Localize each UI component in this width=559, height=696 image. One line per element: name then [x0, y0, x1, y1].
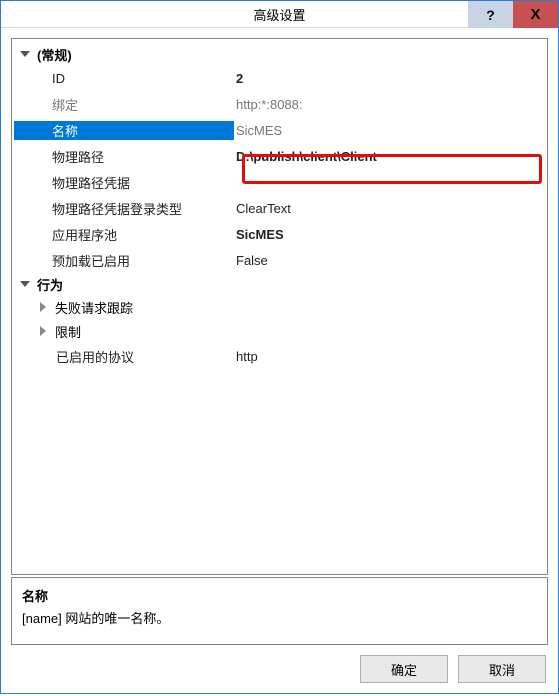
prop-value: False [234, 253, 545, 268]
property-grid[interactable]: (常规) ID 2 绑定 http:*:8088: 名称 SicMES 物理路径… [11, 38, 548, 575]
prop-label: 物理路径 [14, 147, 234, 166]
prop-label: 预加载已启用 [14, 251, 234, 270]
prop-value: SicMES [234, 123, 545, 138]
sub-label: 失败请求跟踪 [55, 298, 133, 317]
description-panel: 名称 [name] 网站的唯一名称。 [11, 577, 548, 645]
collapse-icon[interactable] [38, 326, 49, 337]
prop-value: D:\publish\client\Client [234, 149, 545, 164]
prop-physical-path-cred[interactable]: 物理路径凭据 [14, 169, 545, 195]
expand-icon[interactable] [20, 49, 31, 60]
sub-label: 限制 [55, 322, 81, 341]
prop-enabled-protocols[interactable]: 已启用的协议 http [14, 343, 545, 369]
category-label: 行为 [37, 275, 63, 294]
prop-physical-path-cred-logon-type[interactable]: 物理路径凭据登录类型 ClearText [14, 195, 545, 221]
prop-label: 绑定 [14, 95, 234, 114]
category-label: (常规) [37, 45, 72, 64]
ok-button[interactable]: 确定 [360, 655, 448, 683]
cancel-button[interactable]: 取消 [458, 655, 546, 683]
prop-value: 2 [234, 71, 545, 86]
prop-label: 应用程序池 [14, 225, 234, 244]
prop-label: 名称 [14, 121, 234, 140]
prop-physical-path[interactable]: 物理路径 D:\publish\client\Client [14, 143, 545, 169]
sub-limits[interactable]: 限制 [14, 319, 545, 343]
prop-label: 物理路径凭据 [14, 173, 234, 192]
category-behavior[interactable]: 行为 [14, 273, 545, 295]
prop-value: http [234, 349, 545, 364]
description-text: [name] 网站的唯一名称。 [22, 608, 537, 627]
grid-inner: (常规) ID 2 绑定 http:*:8088: 名称 SicMES 物理路径… [12, 39, 547, 373]
category-general[interactable]: (常规) [14, 43, 545, 65]
prop-name[interactable]: 名称 SicMES [14, 117, 545, 143]
description-title: 名称 [22, 586, 537, 605]
prop-label: ID [14, 71, 234, 86]
client-area: (常规) ID 2 绑定 http:*:8088: 名称 SicMES 物理路径… [1, 28, 558, 693]
prop-label: 已启用的协议 [14, 347, 234, 366]
prop-value: ClearText [234, 201, 545, 216]
prop-value: SicMES [234, 227, 545, 242]
titlebar: 高级设置 ? X [1, 1, 558, 28]
advanced-settings-window: 高级设置 ? X (常规) ID 2 绑定 http:*:8088: [0, 0, 559, 694]
prop-binding[interactable]: 绑定 http:*:8088: [14, 91, 545, 117]
help-button[interactable]: ? [468, 1, 513, 28]
prop-label: 物理路径凭据登录类型 [14, 199, 234, 218]
prop-id[interactable]: ID 2 [14, 65, 545, 91]
close-button[interactable]: X [513, 1, 558, 28]
button-row: 确定 取消 [11, 655, 548, 683]
expand-icon[interactable] [20, 279, 31, 290]
titlebar-buttons: ? X [468, 1, 558, 28]
sub-failed-request-tracing[interactable]: 失败请求跟踪 [14, 295, 545, 319]
prop-app-pool[interactable]: 应用程序池 SicMES [14, 221, 545, 247]
prop-value: http:*:8088: [234, 97, 545, 112]
collapse-icon[interactable] [38, 302, 49, 313]
prop-preload-enabled[interactable]: 预加载已启用 False [14, 247, 545, 273]
